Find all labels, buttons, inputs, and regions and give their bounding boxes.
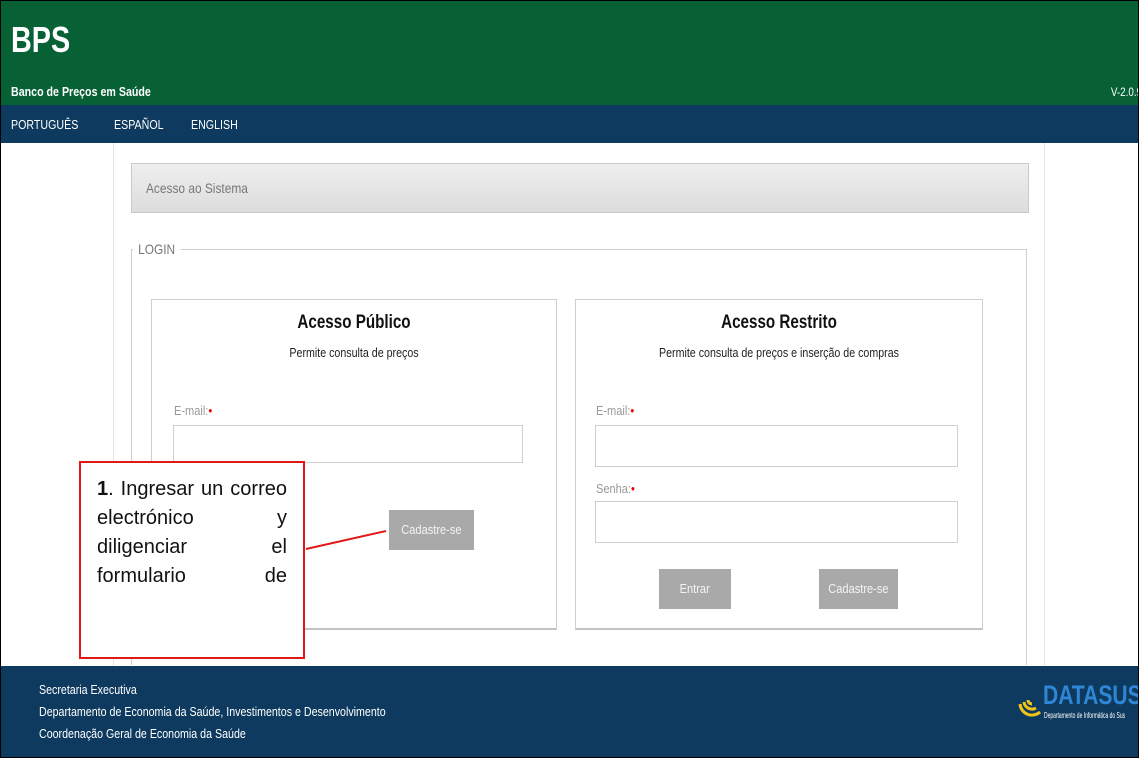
lang-espanol-link[interactable]: ESPAÑOL xyxy=(114,117,164,132)
public-email-input[interactable] xyxy=(173,425,523,463)
language-bar: PORTUGUÊS ESPAÑOL ENGLISH xyxy=(1,105,1138,143)
section-title: Acesso ao Sistema xyxy=(146,180,248,196)
required-mark: • xyxy=(208,403,213,418)
enter-button[interactable]: Entrar xyxy=(659,569,731,609)
version-label: V-2.0.9 xyxy=(1110,85,1139,99)
restricted-email-input[interactable] xyxy=(595,425,958,467)
annotation-step-number: 1 xyxy=(97,478,109,500)
public-register-button[interactable]: Cadastre-se xyxy=(389,510,474,550)
restricted-access-subtitle: Permite consulta de preços e inserção de… xyxy=(659,345,899,360)
restricted-email-label: E-mail:• xyxy=(596,403,634,418)
app-subtitle: Banco de Preços em Saúde xyxy=(11,84,151,99)
required-mark: • xyxy=(630,403,635,418)
app-window: BPS Banco de Preços em Saúde V-2.0.9 POR… xyxy=(0,0,1139,758)
annotation-text: 1. Ingresar un correo electrónico y dili… xyxy=(97,475,287,591)
restricted-register-button[interactable]: Cadastre-se xyxy=(819,569,898,609)
restricted-access-box: Acesso Restrito Permite consulta de preç… xyxy=(575,299,983,630)
annotation-step-text: . Ingresar un correo electrónico y dilig… xyxy=(97,478,287,587)
header-bar: BPS Banco de Preços em Saúde V-2.0.9 xyxy=(1,1,1138,105)
public-access-title: Acesso Público xyxy=(297,312,411,333)
footer-line-coordenacao: Coordenação Geral de Economia da Saúde xyxy=(39,726,246,741)
datasus-logo-text: DATASUS xyxy=(1043,680,1139,710)
lang-portugues-link[interactable]: PORTUGUÊS xyxy=(11,117,78,132)
datasus-logo: DATASUS Departamento de Informática do S… xyxy=(1016,680,1139,724)
restricted-access-title: Acesso Restrito xyxy=(721,312,837,333)
enter-button-label: Entrar xyxy=(679,581,711,596)
section-header: Acesso ao Sistema xyxy=(131,163,1029,213)
public-email-label: E-mail:• xyxy=(174,403,212,418)
datasus-swirl-icon xyxy=(1018,699,1042,717)
public-access-subtitle: Permite consulta de preços xyxy=(289,345,419,360)
restricted-register-label: Cadastre-se xyxy=(828,581,889,596)
datasus-logo-subtext: Departamento de Informática do Sus xyxy=(1044,711,1126,720)
login-legend: LOGIN xyxy=(133,241,181,257)
restricted-password-input[interactable] xyxy=(595,501,958,543)
restricted-email-label-text: E-mail: xyxy=(596,403,631,418)
public-email-label-text: E-mail: xyxy=(174,403,209,418)
restricted-password-label: Senha:• xyxy=(596,481,635,496)
bps-logo: BPS xyxy=(11,19,71,60)
footer-line-departamento: Departamento de Economia da Saúde, Inves… xyxy=(39,704,386,719)
footer-line-secretaria: Secretaria Executiva xyxy=(39,682,137,697)
footer-bar: Secretaria Executiva Departamento de Eco… xyxy=(1,666,1138,757)
restricted-password-label-text: Senha: xyxy=(596,481,632,496)
required-mark: • xyxy=(631,481,635,496)
annotation-callout: 1. Ingresar un correo electrónico y dili… xyxy=(79,461,305,659)
lang-english-link[interactable]: ENGLISH xyxy=(191,117,238,132)
public-register-label: Cadastre-se xyxy=(401,522,462,537)
